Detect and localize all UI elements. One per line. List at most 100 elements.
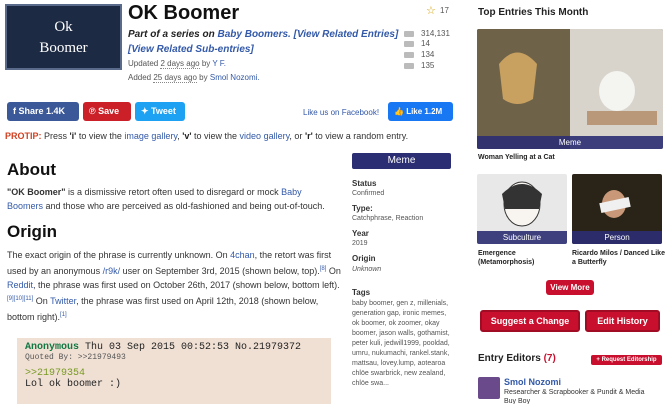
comment-icon xyxy=(404,62,414,69)
editor-name-link[interactable]: Smol Nozomi xyxy=(504,377,561,387)
post-author: Anonymous xyxy=(25,342,80,353)
about-text: is a dismissive retort often used to dis… xyxy=(65,187,282,197)
view-related-subentries-link[interactable]: [View Related Sub-entries] xyxy=(128,44,254,55)
tags-label: Tags xyxy=(352,288,371,297)
pinterest-save-button[interactable]: ℗ Save xyxy=(83,102,131,121)
added-user-link[interactable]: Smol Nozomi. xyxy=(210,73,260,82)
top-entry-category-2: Subculture xyxy=(477,231,567,244)
favorite-star-icon[interactable]: ☆ xyxy=(426,4,436,17)
updated-user-link[interactable]: Y F. xyxy=(212,59,226,68)
top-entry-name-3[interactable]: Ricardo Milos / Danced Like a Butterfly xyxy=(572,249,667,267)
videos-count: 14 xyxy=(421,39,430,48)
about-quote: "OK Boomer" xyxy=(7,187,66,197)
post-header: Anonymous Thu 03 Sep 2015 00:52:53 No.21… xyxy=(25,342,331,353)
about-text: and those who are perceived as old-fashi… xyxy=(43,201,325,211)
facebook-like-label: Like 1.2M xyxy=(406,107,443,116)
woman-yelling-at-cat-image xyxy=(477,29,663,149)
facebook-share-label: Share 1.4K xyxy=(18,106,66,116)
protip-text: , or xyxy=(289,131,305,141)
top-entry-category-3: Person xyxy=(572,231,662,244)
origin-text: The exact origin of the phrase is curren… xyxy=(7,250,231,260)
origin-text: On xyxy=(326,266,341,276)
entry-info-panel: Meme Status Confirmed Type: Catchphrase,… xyxy=(352,153,452,404)
suggest-change-button[interactable]: Suggest a Change xyxy=(480,310,580,332)
post-reply-link: >>21979354 xyxy=(25,368,86,379)
views-stat: 314,131 xyxy=(404,29,450,39)
status-value: Confirmed xyxy=(352,190,385,197)
image-icon xyxy=(404,51,414,58)
images-stat[interactable]: 134 xyxy=(404,50,434,60)
view-related-entries-link[interactable]: [View Related Entries] xyxy=(294,29,399,40)
page-title: OK Boomer xyxy=(128,2,240,24)
eye-icon xyxy=(404,30,414,37)
updated-time: 2 days ago xyxy=(160,59,200,69)
reference-9-10-11[interactable]: [9][10][11] xyxy=(7,296,33,302)
entry-logo: Ok Boomer xyxy=(5,4,122,70)
share-bar: f Share 1.4K ℗ Save ✦ Tweet Like us on F… xyxy=(5,101,453,123)
editor-avatar[interactable] xyxy=(478,377,500,399)
top-entry-thumbnail-2[interactable]: Subculture xyxy=(477,174,567,244)
top-entry-name-1[interactable]: Woman Yelling at a Cat xyxy=(478,153,555,162)
type-label: Type: xyxy=(352,204,373,213)
entry-stats: ☆ 17 314,131 14 134 135 xyxy=(398,2,458,72)
twitter-icon: ✦ xyxy=(141,106,152,116)
images-count: 134 xyxy=(421,50,435,59)
added-by-text: by xyxy=(196,73,210,82)
protip-text: to view the xyxy=(191,131,240,141)
post-text: Lol ok boomer :) xyxy=(25,379,122,390)
top-entry-category-1: Meme xyxy=(477,136,663,149)
video-icon xyxy=(404,40,414,47)
protip-text: Press xyxy=(41,131,70,141)
origin-text: , the phrase was first used on October 2… xyxy=(33,280,340,290)
4chan-link[interactable]: 4chan xyxy=(230,250,255,260)
added-time: 25 days ago xyxy=(153,73,197,83)
twitter-tweet-label: Tweet xyxy=(151,106,176,116)
twitter-tweet-button[interactable]: ✦ Tweet xyxy=(135,102,185,121)
pinterest-save-label: Save xyxy=(98,106,120,116)
year-value[interactable]: 2019 xyxy=(352,239,368,249)
origin-value: Unknown xyxy=(352,266,382,273)
like-us-link[interactable]: Like us on Facebook! xyxy=(303,108,379,117)
twitter-link[interactable]: Twitter xyxy=(50,296,76,306)
protip-label: PROTIP: xyxy=(5,131,42,141)
request-editorship-button[interactable]: + Request Editorship xyxy=(591,355,662,365)
view-more-button[interactable]: View More xyxy=(546,280,594,295)
post-meta: Thu 03 Sep 2015 00:52:53 No.21979372 xyxy=(79,342,302,353)
origin-heading: Origin xyxy=(7,222,58,241)
reddit-link[interactable]: Reddit xyxy=(7,280,33,290)
facebook-share-button[interactable]: f Share 1.4K xyxy=(7,102,79,121)
tags-list[interactable]: baby boomer, gen z, millenials, generati… xyxy=(352,299,452,389)
image-gallery-link[interactable]: image gallery xyxy=(124,131,177,141)
about-heading: About xyxy=(7,160,57,179)
status-label: Status xyxy=(352,179,377,188)
videos-stat[interactable]: 14 xyxy=(404,39,430,49)
origin-label: Origin xyxy=(352,254,376,263)
origin-screenshot[interactable]: Anonymous Thu 03 Sep 2015 00:52:53 No.21… xyxy=(17,338,331,404)
video-gallery-link[interactable]: video gallery xyxy=(240,131,290,141)
r9k-link[interactable]: /r9k/ xyxy=(103,266,121,276)
reference-1[interactable]: [1] xyxy=(60,312,67,318)
origin-text: On xyxy=(33,296,51,306)
top-entry-name-2[interactable]: Emergence (Metamorphosis) xyxy=(478,249,568,267)
entry-editors-count[interactable]: (7) xyxy=(544,353,556,364)
added-prefix: Added xyxy=(128,73,154,82)
updated-line: Updated 2 days ago by Y F. xyxy=(128,59,226,69)
entry-editors-heading: Entry Editors (7) xyxy=(478,353,556,364)
top-entry-thumbnail-3[interactable]: Person xyxy=(572,174,662,244)
type-value[interactable]: Catchphrase, Reaction xyxy=(352,214,423,224)
pinterest-icon: ℗ xyxy=(89,106,99,116)
facebook-like-button[interactable]: 👍 Like 1.2M xyxy=(388,102,453,121)
year-label: Year xyxy=(352,229,369,238)
category-badge[interactable]: Meme xyxy=(352,153,451,169)
views-count: 314,131 xyxy=(421,29,450,38)
edit-history-button[interactable]: Edit History xyxy=(585,310,660,332)
updated-prefix: Updated xyxy=(128,59,161,68)
editor-role: Researcher & Scrapbooker & Pundit & Medi… xyxy=(504,389,645,404)
series-link[interactable]: Baby Boomers. xyxy=(217,29,290,40)
protip-text: to view a random entry. xyxy=(312,131,409,141)
comments-stat[interactable]: 135 xyxy=(404,61,434,71)
top-entry-thumbnail-1[interactable]: Meme xyxy=(477,29,663,149)
protip-text: to view the xyxy=(76,131,125,141)
origin-text: user on September 3rd, 2015 (shown below… xyxy=(120,266,320,276)
comments-count: 135 xyxy=(421,61,435,70)
